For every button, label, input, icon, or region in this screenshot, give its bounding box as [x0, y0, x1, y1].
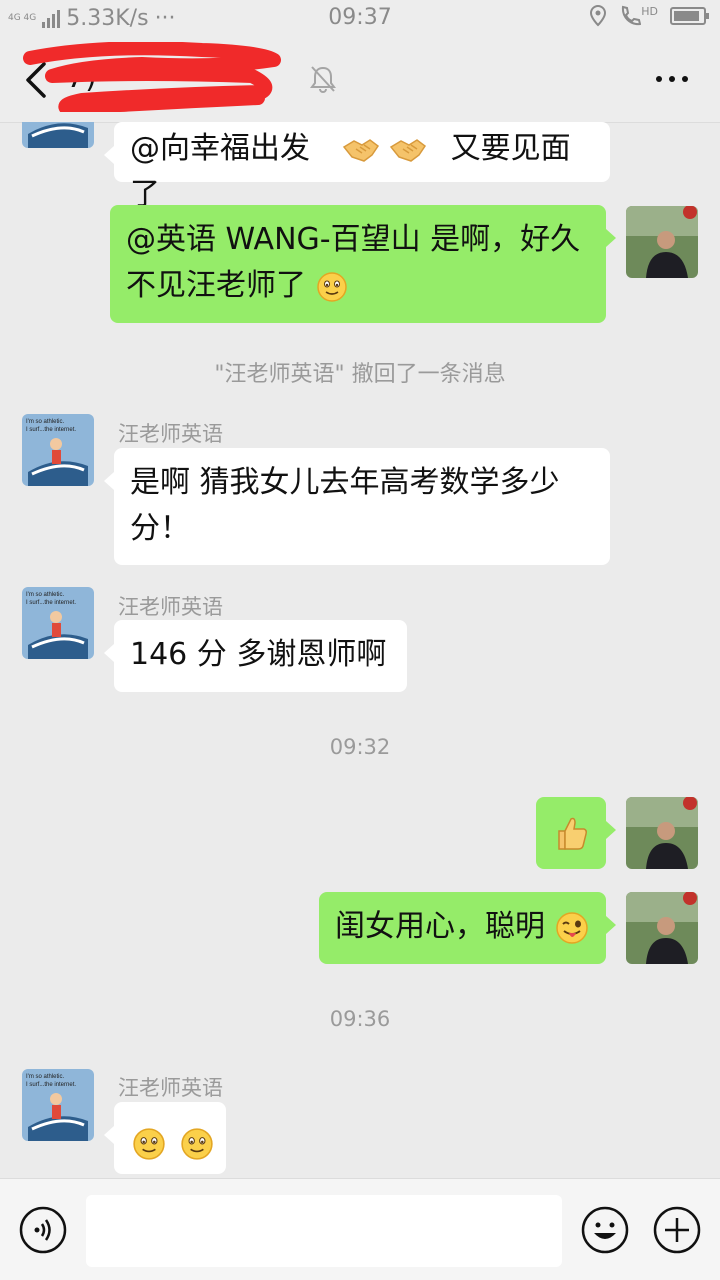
message-bubble[interactable]: 146 分 多谢恩师啊: [104, 620, 407, 692]
winking-tongue-icon: [555, 911, 588, 944]
avatar-self[interactable]: [626, 797, 698, 869]
message-bubble-self[interactable]: 闺女用心，聪明: [319, 892, 616, 964]
blushing-smile-icon: [316, 271, 347, 302]
title-bar: 7): [0, 36, 720, 123]
time-separator: 09:36: [329, 1007, 391, 1031]
message-text: 分！: [130, 511, 190, 546]
message-bubble[interactable]: [104, 1102, 226, 1174]
avatar-caption: I surf...the internet.: [26, 600, 76, 606]
message-text: @向幸福出发: [130, 131, 310, 166]
avatar-caption: I'm so athletic.: [26, 419, 64, 425]
location-icon: [590, 5, 607, 27]
blushing-smile-icon: [133, 1127, 165, 1160]
mute-bell-icon: [310, 66, 336, 93]
message-text: 是啊 猜我女儿去年高考数学多少: [130, 465, 560, 500]
hd-call-icon: HD: [619, 5, 658, 27]
avatar-caption: I'm so athletic.: [26, 592, 64, 598]
handshake-icon: [389, 138, 427, 162]
message-input[interactable]: [86, 1195, 562, 1267]
status-bar: 4G 4G 5.33K/s ··· 09:37 HD: [0, 0, 720, 36]
avatar[interactable]: [22, 122, 94, 148]
avatar[interactable]: I'm so athletic. I surf...the internet.: [22, 587, 94, 659]
recall-notice: "汪老师英语" 撤回了一条消息: [214, 362, 506, 387]
battery-fill: [674, 11, 699, 21]
message-bubble-self[interactable]: [536, 797, 616, 869]
sender-name: 汪老师英语: [118, 422, 223, 446]
sender-name: 汪老师英语: [118, 1076, 223, 1100]
avatar-self[interactable]: [626, 892, 698, 964]
chat-area[interactable]: @向幸福出发 又要见面了 @英语 WANG-百望山 是啊，好久 不见汪老师了 "…: [0, 122, 720, 1178]
avatar-caption: I surf...the internet.: [26, 1082, 76, 1088]
message-text: 146 分 多谢恩师啊: [130, 637, 387, 672]
more-options-button[interactable]: [656, 76, 688, 82]
message-bubble[interactable]: @向幸福出发 又要见面了: [104, 122, 610, 212]
more-functions-plus-icon[interactable]: [652, 1205, 702, 1255]
avatar-self[interactable]: [626, 206, 698, 278]
status-right: HD: [589, 5, 709, 27]
message-bubble[interactable]: 是啊 猜我女儿去年高考数学多少 分！: [104, 448, 610, 565]
thumbs-up-icon: [558, 817, 587, 850]
emoji-picker-icon[interactable]: [580, 1205, 630, 1255]
time-separator: 09:32: [329, 735, 391, 759]
avatar[interactable]: I'm so athletic. I surf...the internet.: [22, 414, 94, 486]
avatar-caption: I'm so athletic.: [26, 1074, 64, 1080]
hd-label: HD: [641, 5, 658, 18]
blushing-smile-icon: [180, 1127, 213, 1160]
redaction-mark: [23, 42, 281, 112]
voice-input-icon[interactable]: [18, 1205, 68, 1255]
chat-screen: 4G 4G 5.33K/s ··· 09:37 HD 7) @向幸福出发 又要见…: [0, 0, 720, 1280]
input-bar: [0, 1178, 720, 1280]
sender-name: 汪老师英语: [118, 595, 223, 619]
handshake-icon: [342, 138, 379, 162]
message-text: @英语 WANG-百望山 是啊，好久: [126, 222, 581, 257]
avatar-caption: I surf...the internet.: [26, 427, 76, 433]
avatar[interactable]: I'm so athletic. I surf...the internet.: [22, 1069, 94, 1141]
message-text: 不见汪老师了: [126, 268, 306, 303]
message-bubble-self[interactable]: @英语 WANG-百望山 是啊，好久 不见汪老师了: [110, 205, 616, 323]
battery-icon: [670, 7, 709, 25]
message-text: 闺女用心，聪明: [335, 909, 545, 944]
